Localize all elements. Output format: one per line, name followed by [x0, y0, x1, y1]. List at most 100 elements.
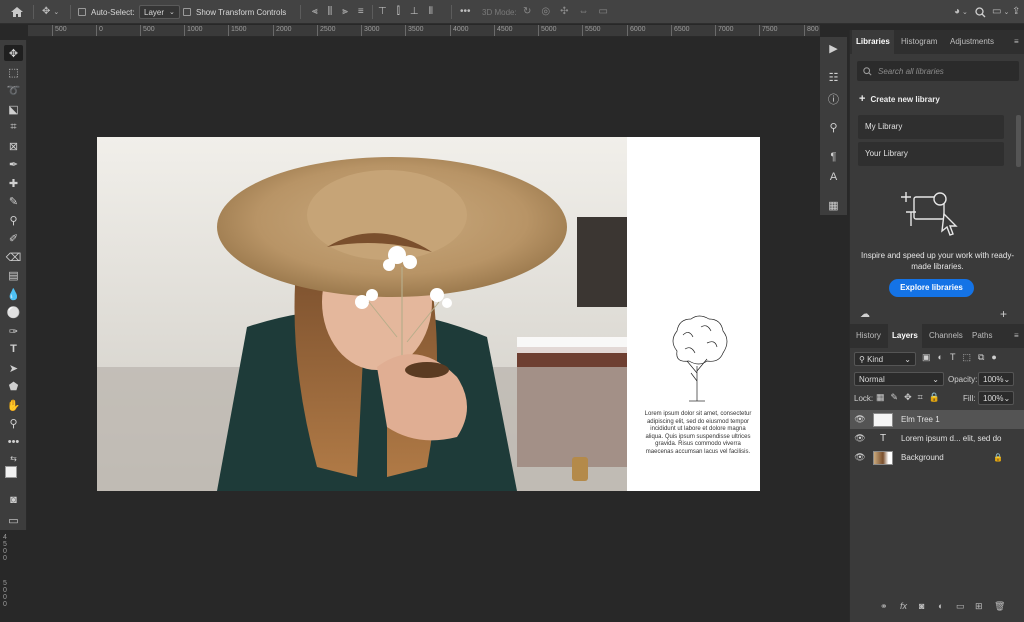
blur-tool-icon[interactable]: 💧: [4, 286, 23, 302]
orbit-3d-icon[interactable]: ↻: [523, 7, 531, 17]
swap-colors-icon[interactable]: ⇆: [4, 450, 23, 466]
filter-adjustment-icon[interactable]: ◐: [938, 352, 943, 363]
align-middle-icon[interactable]: ⫿: [397, 7, 400, 17]
document-canvas[interactable]: Lorem ipsum dolor sit amet, consectetur …: [97, 137, 760, 491]
layer-select-dropdown[interactable]: Layer ⌄: [139, 0, 180, 24]
character-icon[interactable]: A: [825, 168, 842, 185]
group-icon[interactable]: ▭: [956, 601, 965, 612]
align-bottom-icon[interactable]: ⊥: [410, 7, 419, 17]
filter-shape-icon[interactable]: ⬚: [962, 352, 971, 363]
info-icon[interactable]: ⓘ: [825, 90, 842, 107]
move-tool-icon[interactable]: ✥ ⌄: [42, 0, 59, 24]
more-options-icon[interactable]: •••: [460, 0, 471, 24]
dodge-tool-icon[interactable]: ⚪: [4, 304, 23, 320]
hand-tool-icon[interactable]: ✋: [4, 397, 23, 413]
tab-paths[interactable]: Paths: [968, 324, 996, 348]
library-item-my-library[interactable]: My Library: [858, 115, 1004, 139]
path-select-tool-icon[interactable]: ➤: [4, 360, 23, 376]
distribute-h-icon[interactable]: ≡: [358, 7, 364, 17]
history-brush-tool-icon[interactable]: ✐: [4, 230, 23, 246]
new-layer-icon[interactable]: ⊞: [975, 601, 983, 612]
stamp-icon[interactable]: ⚲: [825, 119, 842, 136]
shape-tool-icon[interactable]: ⬟: [4, 378, 23, 394]
tab-adjustments[interactable]: Adjustments: [946, 30, 998, 54]
library-item-your-library[interactable]: Your Library: [858, 142, 1004, 166]
lock-transparency-icon[interactable]: ▦: [876, 392, 885, 403]
visibility-eye-icon[interactable]: 👁: [850, 452, 870, 463]
tab-history[interactable]: History: [852, 324, 885, 348]
search-icon[interactable]: [975, 0, 986, 24]
layer-row-elm-tree[interactable]: 👁 Elm Tree 1: [850, 410, 1024, 429]
adjustment-layer-icon[interactable]: ◐: [938, 601, 943, 611]
share-icon[interactable]: ⇪: [1012, 0, 1020, 24]
tab-histogram[interactable]: Histogram: [897, 30, 941, 54]
account-icon[interactable]: ◕ ⌄: [954, 0, 968, 24]
play-actions-icon[interactable]: ▶: [825, 40, 842, 57]
lock-artboard-icon[interactable]: ⌗: [918, 392, 923, 403]
link-layers-icon[interactable]: ⚭: [880, 601, 888, 612]
fill-input[interactable]: 100% ⌄: [978, 391, 1014, 405]
marquee-tool-icon[interactable]: ⬚: [4, 64, 23, 80]
canvas-caption-text[interactable]: Lorem ipsum dolor sit amet, consectetur …: [643, 411, 753, 457]
glyphs-icon[interactable]: ¶: [825, 148, 842, 165]
filter-pixel-icon[interactable]: ▣: [922, 352, 931, 363]
lock-position-icon[interactable]: ✥: [904, 392, 912, 403]
healing-brush-tool-icon[interactable]: ✚: [4, 175, 23, 191]
visibility-eye-icon[interactable]: 👁: [850, 433, 870, 444]
filter-type-icon[interactable]: T: [950, 352, 956, 363]
filter-toggle-icon[interactable]: ●: [991, 352, 996, 363]
auto-select-checkbox[interactable]: Auto-Select:: [78, 0, 135, 24]
foreground-color-swatch[interactable]: [5, 466, 17, 478]
distribute-v-icon[interactable]: ⦀: [429, 7, 433, 17]
gradient-tool-icon[interactable]: ▤: [4, 267, 23, 283]
lock-all-icon[interactable]: 🔒: [929, 392, 940, 403]
fx-icon[interactable]: fx: [900, 601, 907, 611]
pen-tool-icon[interactable]: ✑: [4, 323, 23, 339]
layer-filter-dropdown[interactable]: ⚲ Kind ⌄: [854, 352, 916, 366]
filter-smart-object-icon[interactable]: ⧉: [978, 352, 984, 363]
align-center-h-icon[interactable]: ⫼: [328, 7, 333, 17]
opacity-input[interactable]: 100% ⌄: [978, 372, 1014, 386]
align-top-icon[interactable]: ⊤: [378, 7, 387, 17]
add-icon[interactable]: +: [1000, 307, 1007, 321]
layer-row-text[interactable]: 👁 T Lorem ipsum d... elit, sed do: [850, 429, 1024, 448]
visibility-eye-icon[interactable]: 👁: [850, 414, 870, 425]
panel-menu-icon[interactable]: ≡: [1010, 324, 1023, 348]
blend-mode-dropdown[interactable]: Normal ⌄: [854, 372, 944, 386]
align-right-icon[interactable]: ⫸: [342, 7, 348, 17]
type-tool-icon[interactable]: T: [4, 341, 23, 357]
library-scrollbar[interactable]: [1016, 115, 1021, 167]
eraser-tool-icon[interactable]: ⌫: [4, 249, 23, 265]
brush-tool-icon[interactable]: ✎: [4, 193, 23, 209]
quick-mask-icon[interactable]: ◙: [4, 492, 23, 508]
zoom-tool-icon[interactable]: ⚲: [4, 415, 23, 431]
object-select-tool-icon[interactable]: ⬕: [4, 101, 23, 117]
eyedropper-tool-icon[interactable]: ✒: [4, 156, 23, 172]
crop-tool-icon[interactable]: ⌗: [4, 119, 23, 135]
add-mask-icon[interactable]: ◙: [919, 601, 924, 611]
explore-libraries-button[interactable]: Explore libraries: [889, 279, 974, 297]
more-tools-icon[interactable]: •••: [4, 434, 23, 450]
layer-row-background[interactable]: 👁 Background 🔒: [850, 448, 1024, 467]
lasso-tool-icon[interactable]: ➰: [4, 82, 23, 98]
table-icon[interactable]: ▦: [825, 197, 842, 214]
elm-tree-illustration[interactable]: [663, 311, 733, 403]
clone-stamp-tool-icon[interactable]: ⚲: [4, 212, 23, 228]
move-tool-icon[interactable]: ✥: [4, 45, 23, 61]
cloud-icon[interactable]: ☁: [860, 309, 870, 320]
transform-controls-checkbox[interactable]: Show Transform Controls: [183, 0, 286, 24]
tab-channels[interactable]: Channels: [925, 324, 967, 348]
pan-3d-icon[interactable]: ✣: [560, 7, 568, 17]
screen-mode-icon[interactable]: ▭: [4, 512, 23, 528]
trash-icon[interactable]: 🗑: [994, 601, 1005, 612]
workspace-icon[interactable]: ▭ ⌄: [992, 0, 1009, 24]
roll-3d-icon[interactable]: ◎: [541, 7, 550, 17]
home-icon[interactable]: [10, 0, 24, 24]
video-3d-icon[interactable]: ▭: [599, 7, 608, 17]
library-search-input[interactable]: Search all libraries: [857, 61, 1019, 81]
properties-icon[interactable]: ☷: [825, 69, 842, 86]
align-left-icon[interactable]: ⫷: [312, 7, 318, 17]
tab-libraries[interactable]: Libraries: [852, 30, 894, 54]
panel-menu-icon[interactable]: ≡: [1010, 30, 1023, 54]
frame-tool-icon[interactable]: ⊠: [4, 138, 23, 154]
